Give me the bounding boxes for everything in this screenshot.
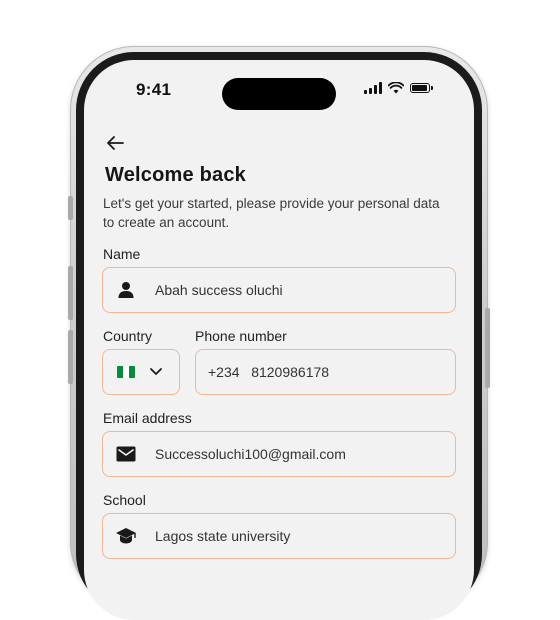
school-field[interactable]: Lagos state university xyxy=(102,513,456,559)
volume-up-button xyxy=(68,266,73,320)
status-icons xyxy=(364,82,433,94)
cellular-signal-icon xyxy=(364,82,382,94)
name-label: Name xyxy=(103,246,141,262)
wifi-icon xyxy=(388,82,404,94)
battery-icon xyxy=(410,83,433,93)
dynamic-island xyxy=(222,78,336,110)
chevron-down-icon xyxy=(150,368,162,375)
name-value: Abah success oluchi xyxy=(155,282,283,298)
action-button xyxy=(68,196,73,220)
page-title: Welcome back xyxy=(105,164,246,186)
page-subtitle: Let's get your started, please provide y… xyxy=(103,196,440,230)
status-time: 9:41 xyxy=(136,80,172,99)
graduation-cap-icon xyxy=(115,525,137,547)
mail-icon xyxy=(115,443,137,465)
email-label: Email address xyxy=(103,410,192,426)
email-value: Successoluchi100@gmail.com xyxy=(155,446,346,462)
school-value: Lagos state university xyxy=(155,528,291,544)
back-arrow-icon[interactable] xyxy=(104,132,126,154)
country-label: Country xyxy=(103,328,153,344)
phone-label: Phone number xyxy=(195,328,287,344)
person-icon xyxy=(115,279,137,301)
country-select[interactable] xyxy=(102,349,180,395)
phone-screen: 9:41 Welcome back Let's get your started… xyxy=(84,60,474,620)
school-label: School xyxy=(103,492,146,508)
power-button xyxy=(485,308,490,388)
nigeria-flag-icon xyxy=(117,366,135,378)
email-field[interactable]: Successoluchi100@gmail.com xyxy=(102,431,456,477)
name-field[interactable]: Abah success oluchi xyxy=(102,267,456,313)
volume-down-button xyxy=(68,330,73,384)
phone-field[interactable]: +234 8120986178 xyxy=(195,349,456,395)
phone-value: +234 8120986178 xyxy=(208,364,330,380)
